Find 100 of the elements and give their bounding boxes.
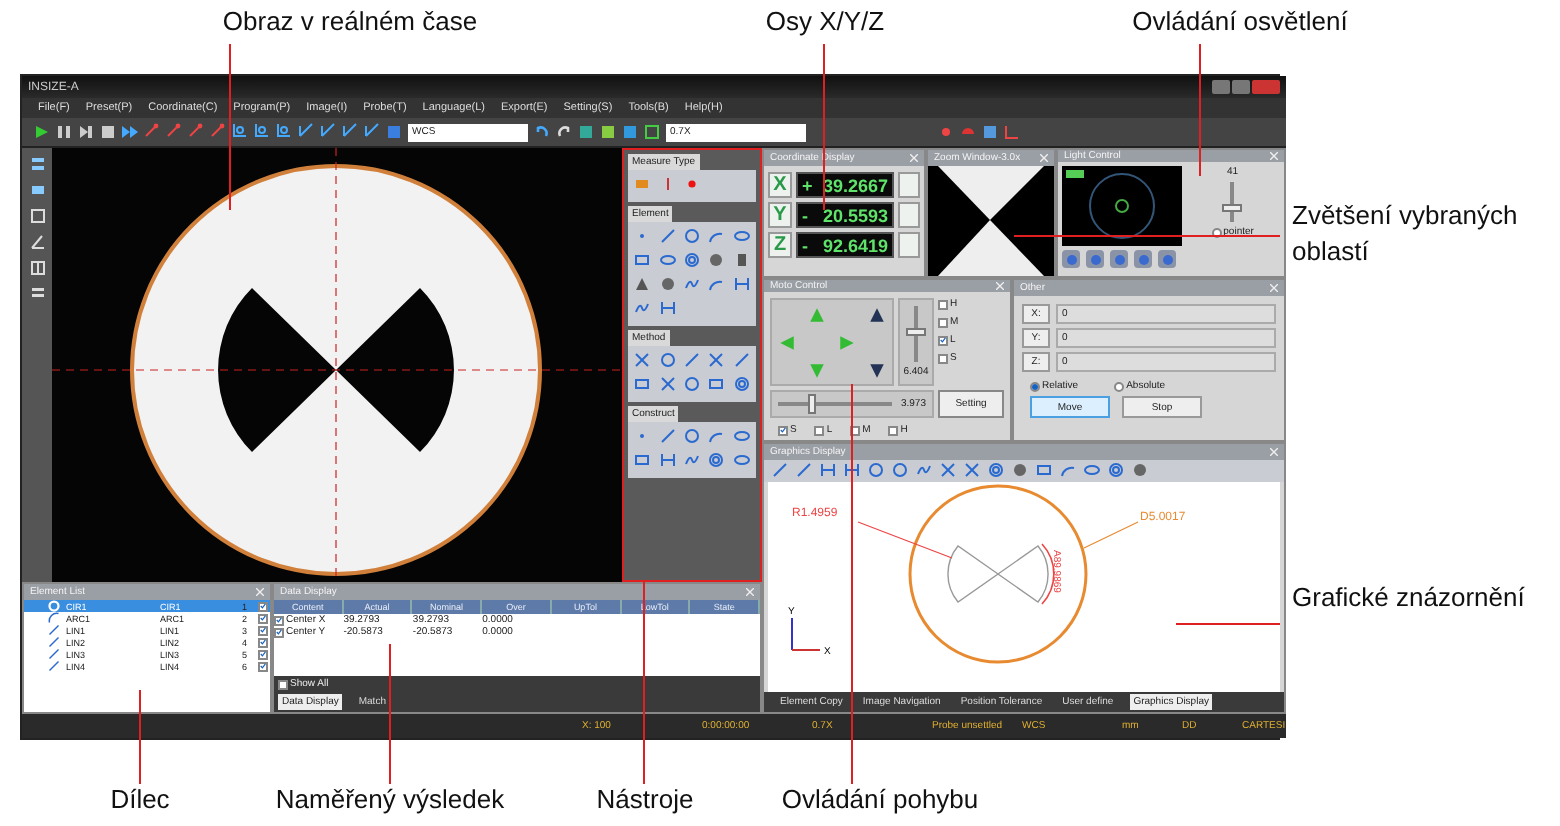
checkbox[interactable] [814, 425, 825, 435]
axis-icon[interactable] [298, 122, 314, 138]
fast-forward-icon[interactable] [122, 124, 138, 140]
light-button[interactable] [1062, 250, 1080, 268]
sphere-icon[interactable] [708, 252, 725, 268]
up-arrow-button[interactable] [868, 305, 886, 323]
distance-icon[interactable] [659, 452, 676, 468]
crosshair-icon[interactable] [964, 461, 980, 477]
cone-icon[interactable] [634, 276, 651, 292]
light-button[interactable] [1110, 250, 1128, 268]
checkbox[interactable] [278, 679, 288, 689]
probe-point-icon[interactable] [210, 122, 226, 138]
checkbox[interactable] [258, 625, 268, 635]
rectangle-icon[interactable] [634, 376, 651, 392]
axis-icon[interactable] [342, 122, 358, 138]
layers-icon[interactable] [29, 156, 45, 172]
radio-button[interactable] [1114, 381, 1125, 391]
crosshair-icon[interactable] [708, 352, 725, 368]
checkbox[interactable] [938, 335, 948, 345]
probe-point-icon[interactable] [166, 122, 182, 138]
ring-icon[interactable] [708, 452, 725, 468]
line-icon[interactable] [659, 428, 676, 444]
coordinate-icon[interactable] [276, 122, 292, 138]
minimize-button[interactable] [1211, 80, 1230, 94]
close-icon[interactable] [256, 588, 264, 596]
close-icon[interactable] [746, 588, 754, 596]
circle-icon[interactable] [868, 461, 884, 477]
close-icon[interactable] [996, 282, 1004, 290]
ring-icon[interactable] [988, 461, 1004, 477]
checkbox[interactable] [258, 613, 268, 623]
line-icon[interactable] [772, 461, 788, 477]
ellipse-icon[interactable] [733, 228, 750, 244]
distance-icon[interactable] [659, 300, 676, 316]
checkbox[interactable] [778, 425, 788, 435]
crosshair-icon[interactable] [659, 376, 676, 392]
axis-icon[interactable] [320, 122, 336, 138]
circle-icon[interactable] [683, 428, 700, 444]
sphere-icon[interactable] [1132, 461, 1148, 477]
ring-icon[interactable] [683, 252, 700, 268]
grid-icon[interactable] [29, 260, 45, 276]
checkbox[interactable] [938, 317, 948, 327]
close-button[interactable] [1251, 80, 1280, 94]
sphere-icon[interactable] [659, 276, 676, 292]
angle-icon[interactable] [29, 234, 45, 250]
frame-icon[interactable] [29, 208, 45, 224]
ring-icon[interactable] [1108, 461, 1124, 477]
checkbox[interactable] [258, 601, 268, 611]
ring-icon[interactable] [733, 376, 750, 392]
probe-point-icon[interactable] [188, 122, 204, 138]
ellipse-icon[interactable] [1084, 461, 1100, 477]
light-button[interactable] [1086, 250, 1104, 268]
arc-icon[interactable] [708, 228, 725, 244]
undo-icon[interactable] [534, 124, 550, 140]
play-icon[interactable] [34, 124, 50, 140]
crosshair-icon[interactable] [634, 352, 651, 368]
curve-icon[interactable] [916, 461, 932, 477]
curve-icon[interactable] [634, 300, 651, 316]
step-icon[interactable] [78, 124, 94, 140]
circle-icon[interactable] [683, 376, 700, 392]
down-arrow-button[interactable] [868, 361, 886, 379]
rectangle-icon[interactable] [1036, 461, 1052, 477]
maximize-button[interactable] [1231, 80, 1250, 94]
distance-icon[interactable] [820, 461, 836, 477]
close-icon[interactable] [910, 154, 918, 162]
probe-point-icon[interactable] [938, 124, 954, 140]
checkbox[interactable] [888, 425, 899, 435]
rectangle-icon[interactable] [708, 376, 725, 392]
checkbox[interactable] [258, 649, 268, 659]
arc-icon[interactable] [1060, 461, 1076, 477]
arc-icon[interactable] [708, 428, 725, 444]
close-icon[interactable] [1040, 154, 1048, 162]
arc-icon[interactable] [708, 276, 725, 292]
line-icon[interactable] [796, 461, 812, 477]
ellipse-icon[interactable] [659, 252, 676, 268]
axis-icon[interactable] [364, 122, 380, 138]
checkbox[interactable] [938, 299, 948, 309]
axis-icon[interactable] [1004, 124, 1020, 140]
list-icon[interactable] [29, 286, 45, 302]
close-icon[interactable] [1269, 284, 1278, 292]
rectangle-icon[interactable] [634, 252, 651, 268]
line-icon[interactable] [659, 228, 676, 244]
coordinate-icon[interactable] [232, 122, 248, 138]
circle-icon[interactable] [659, 352, 676, 368]
curve-icon[interactable] [683, 452, 700, 468]
radio-button[interactable] [1211, 227, 1222, 237]
circle-icon[interactable] [892, 461, 908, 477]
slider-thumb[interactable] [808, 394, 817, 414]
sphere-icon[interactable] [1012, 461, 1028, 477]
slider-thumb[interactable] [906, 327, 926, 336]
checkbox[interactable] [274, 627, 284, 637]
close-icon[interactable] [1269, 152, 1278, 160]
distance-icon[interactable] [733, 276, 750, 292]
laser-icon[interactable] [683, 176, 700, 192]
radio-button[interactable] [1030, 381, 1040, 391]
pause-icon[interactable] [56, 124, 72, 140]
stop-icon[interactable] [100, 124, 116, 140]
rectangle-icon[interactable] [634, 452, 651, 468]
curve-icon[interactable] [683, 276, 700, 292]
checkbox[interactable] [850, 425, 861, 435]
crosshair-icon[interactable] [940, 461, 956, 477]
